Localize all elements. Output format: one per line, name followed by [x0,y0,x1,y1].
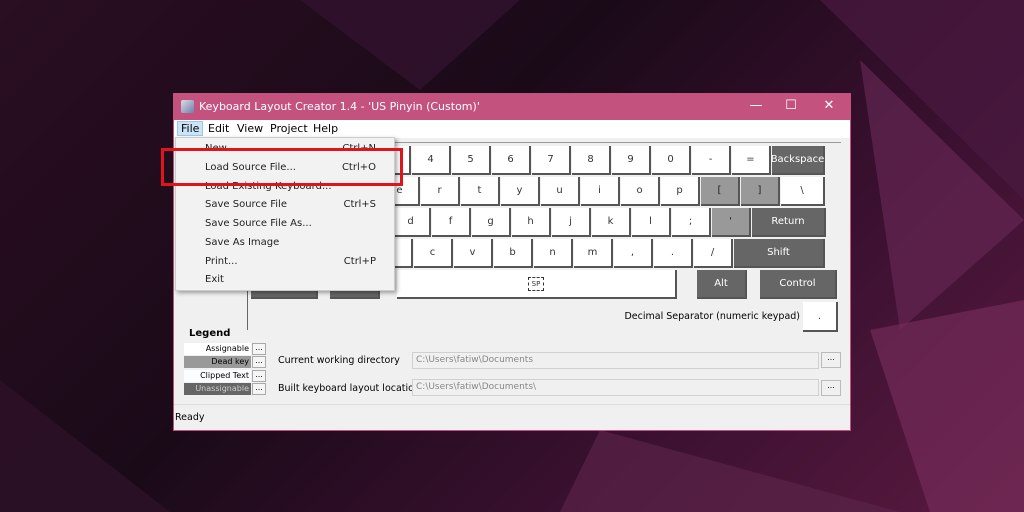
working-directory-label: Current working directory [278,355,400,366]
key-row3-8[interactable]: k [592,208,631,237]
key-row1-11[interactable]: - [692,146,731,175]
key-row2-9[interactable]: o [621,177,660,206]
legend-dead-key-color-button[interactable]: ... [252,356,266,368]
file-menu-item-print[interactable]: Print... Ctrl+P [176,253,394,272]
file-menu-item-save-source-file[interactable]: Save Source File Ctrl+S [176,196,394,215]
menu-item-label: Save As Image [205,237,280,248]
key-row4-3[interactable]: c [414,239,453,268]
key-row4-11[interactable]: Shift [734,239,825,268]
key-row2-12[interactable]: ] [741,177,780,206]
key-row3-12[interactable]: Return [752,208,826,237]
menu-item-label: Exit [205,274,224,285]
key-row5-4[interactable]: Control [760,270,837,299]
status-bar-divider [174,404,850,405]
menu-item-shortcut: Ctrl+P [343,256,376,267]
key-row4-4[interactable]: v [454,239,493,268]
key-row2-10[interactable]: p [661,177,700,206]
key-row4-9[interactable]: . [654,239,693,268]
title-bar: Keyboard Layout Creator 1.4 - 'US Pinyin… [174,94,850,120]
key-row2-6[interactable]: y [501,177,540,206]
legend-title: Legend [189,328,231,339]
menu-item-label: Print... [205,256,238,267]
key-row1-12[interactable]: = [732,146,771,175]
key-row3-3[interactable]: d [392,208,431,237]
key-row3-5[interactable]: g [472,208,511,237]
key-row2-11[interactable]: [ [701,177,740,206]
key-row5-2[interactable]: SP [397,270,677,299]
menu-view[interactable]: View [237,122,263,135]
window-title: Keyboard Layout Creator 1.4 - 'US Pinyin… [199,100,480,113]
close-button[interactable]: ✕ [814,98,844,116]
key-row3-7[interactable]: j [552,208,591,237]
key-row2-8[interactable]: i [581,177,620,206]
key-row3-6[interactable]: h [512,208,551,237]
key-row5-3[interactable]: Alt [697,270,747,299]
key-row3-11[interactable]: ' [712,208,751,237]
key-row1-13[interactable]: Backspace [771,146,825,175]
build-location-field[interactable]: C:\Users\fatiw\Documents\ [412,379,819,396]
menu-file[interactable]: File [177,121,204,136]
legend-clipped-text-color-button[interactable]: ... [252,370,266,382]
key-row4-6[interactable]: n [534,239,573,268]
key-row3-9[interactable]: l [632,208,671,237]
spacebar-label: SP [527,276,545,291]
menu-item-shortcut: Ctrl+S [343,199,376,210]
status-text: Ready [175,412,205,423]
menu-project[interactable]: Project [270,122,308,135]
legend-unassignable: Unassignable [184,383,251,395]
highlight-box [161,148,403,186]
key-row4-8[interactable]: , [614,239,653,268]
key-row4-5[interactable]: b [494,239,533,268]
build-location-browse-button[interactable]: ... [821,380,841,396]
file-menu-item-save-as-image[interactable]: Save As Image [176,234,394,253]
maximize-button[interactable]: ☐ [776,98,806,116]
decimal-separator-label: Decimal Separator (numeric keypad) [624,311,800,322]
app-icon [181,100,194,113]
key-row2-13[interactable]: \ [781,177,825,206]
legend-dead-key: Dead key [184,356,251,368]
key-row2-5[interactable]: t [461,177,500,206]
key-row1-5[interactable]: 5 [452,146,491,175]
key-row1-9[interactable]: 9 [612,146,651,175]
key-row2-7[interactable]: u [541,177,580,206]
key-row1-6[interactable]: 6 [492,146,531,175]
key-row2-4[interactable]: r [421,177,460,206]
key-row4-7[interactable]: m [574,239,613,268]
key-row1-10[interactable]: 0 [652,146,691,175]
menu-bar: File Edit View Project Help [174,120,850,138]
menu-item-label: Save Source File [205,199,287,210]
legend-clipped-text: Clipped Text [184,370,251,382]
working-directory-field[interactable]: C:\Users\fatiw\Documents [412,352,819,369]
legend-assignable-color-button[interactable]: ... [252,343,266,355]
file-menu-item-save-source-file-as[interactable]: Save Source File As... [176,215,394,234]
key-row1-4[interactable]: 4 [412,146,451,175]
key-row3-4[interactable]: f [432,208,471,237]
key-row4-10[interactable]: / [694,239,733,268]
menu-item-label: Save Source File As... [205,218,312,229]
build-location-label: Built keyboard layout location [278,383,420,394]
legend-unassignable-color-button[interactable]: ... [252,383,266,395]
key-row3-10[interactable]: ; [672,208,711,237]
decimal-separator-key[interactable]: . [803,302,838,332]
minimize-button[interactable]: — [741,98,771,116]
legend-assignable: Assignable [184,343,251,355]
key-row1-8[interactable]: 8 [572,146,611,175]
menu-edit[interactable]: Edit [208,122,229,135]
menu-help[interactable]: Help [313,122,338,135]
working-directory-browse-button[interactable]: ... [821,352,841,368]
key-row1-7[interactable]: 7 [532,146,571,175]
file-menu-item-exit[interactable]: Exit [176,271,394,290]
